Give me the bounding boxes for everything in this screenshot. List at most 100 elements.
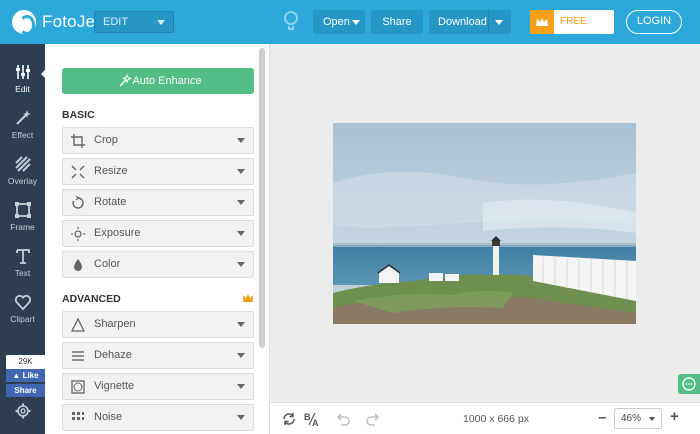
tool-resize-label: Resize	[94, 165, 128, 177]
tool-rotate[interactable]: Rotate	[62, 189, 254, 216]
lightbulb-icon[interactable]	[284, 11, 298, 33]
nav-effect[interactable]: Effect	[0, 100, 45, 146]
bottom-bar: B A 1000 x 666 px – 46% +	[270, 402, 700, 434]
download-dropdown-icon[interactable]	[495, 20, 503, 25]
panel-scrollbar[interactable]	[259, 48, 265, 348]
login-button[interactable]: LOGIN	[626, 10, 682, 34]
sliders-icon	[16, 65, 30, 79]
nav-frame-label: Frame	[10, 222, 35, 232]
triangle-icon	[71, 318, 85, 332]
nav-edit-label: Edit	[15, 84, 30, 94]
open-label: Open	[323, 16, 350, 28]
magic-wand-icon	[16, 110, 31, 125]
tool-dehaze-label: Dehaze	[94, 349, 132, 361]
tool-crop[interactable]: Crop	[62, 127, 254, 154]
gear-icon[interactable]	[15, 403, 31, 419]
zoom-out-button[interactable]: –	[598, 409, 606, 426]
share-label: Share	[382, 16, 412, 28]
like-count: 29K	[6, 355, 45, 369]
dehaze-icon	[72, 351, 84, 361]
tool-sharpen[interactable]: Sharpen	[62, 311, 254, 338]
droplet-icon	[74, 259, 82, 271]
free-trial-label: FREE TRIAL	[560, 16, 587, 27]
nav-overlay[interactable]: Overlay	[0, 146, 45, 192]
chat-button[interactable]	[678, 374, 700, 394]
nav-edit[interactable]: Edit	[0, 54, 45, 100]
tool-exposure[interactable]: Exposure	[62, 220, 254, 247]
tool-crop-label: Crop	[94, 134, 118, 146]
nav-frame[interactable]: Frame	[0, 192, 45, 238]
tool-color[interactable]: Color	[62, 251, 254, 278]
chevron-down-icon	[237, 231, 245, 236]
chevron-down-icon	[237, 384, 245, 389]
stripes-icon	[15, 156, 31, 172]
facebook-share-label: Share	[14, 386, 37, 395]
text-icon	[16, 249, 30, 264]
auto-enhance-button[interactable]: Auto Enhance	[62, 68, 254, 94]
chevron-down-icon	[237, 415, 245, 420]
magic-wand-icon	[119, 74, 132, 87]
crop-icon	[71, 134, 85, 148]
frame-icon	[15, 202, 31, 218]
mode-select-value: EDIT	[103, 16, 129, 28]
nav-effect-label: Effect	[11, 130, 34, 140]
chevron-down-icon	[237, 353, 245, 358]
crown-icon	[530, 10, 554, 34]
auto-enhance-label: Auto Enhance	[132, 75, 202, 87]
nav-text[interactable]: Text	[0, 238, 45, 284]
noise-icon	[72, 412, 84, 420]
chevron-down-icon	[237, 262, 245, 267]
open-dropdown-icon[interactable]	[352, 20, 360, 25]
zoom-select[interactable]: 46%	[614, 408, 662, 429]
chevron-down-icon	[237, 169, 245, 174]
tool-exposure-label: Exposure	[94, 227, 141, 239]
mode-select[interactable]: EDIT	[94, 11, 174, 33]
crown-icon	[243, 294, 253, 302]
tool-noise[interactable]: Noise	[62, 404, 254, 431]
basic-section-title: BASIC	[62, 109, 95, 121]
tool-vignette-label: Vignette	[94, 380, 135, 392]
photo-canvas[interactable]	[333, 123, 636, 324]
heart-icon	[14, 294, 32, 311]
download-label: Download	[438, 16, 487, 28]
reset-icon[interactable]	[281, 411, 297, 427]
advanced-section-title: ADVANCED	[62, 293, 121, 305]
undo-icon[interactable]	[335, 411, 351, 427]
tool-dehaze[interactable]: Dehaze	[62, 342, 254, 369]
tool-noise-label: Noise	[94, 411, 123, 423]
tool-resize[interactable]: Resize	[62, 158, 254, 185]
nav-text-label: Text	[14, 268, 31, 278]
fotojet-logo[interactable]: FotoJet	[12, 10, 101, 35]
nav-overlay-label: Overlay	[7, 176, 38, 186]
chevron-down-icon	[237, 322, 245, 327]
nav-clipart-label: Clipart	[10, 314, 35, 324]
login-label: LOGIN	[636, 15, 672, 27]
zoom-value: 46%	[621, 413, 642, 424]
compare-icon[interactable]: B A	[304, 411, 320, 427]
facebook-like-button[interactable]: ▲ Like	[6, 369, 45, 382]
svg-text:B: B	[304, 412, 311, 422]
chevron-down-icon	[157, 20, 165, 25]
tool-rotate-label: Rotate	[94, 196, 127, 208]
facebook-share-button[interactable]: Share	[6, 384, 45, 397]
logo-icon	[12, 10, 36, 35]
resize-icon	[71, 165, 85, 179]
redo-icon[interactable]	[365, 411, 381, 427]
svg-text:A: A	[312, 418, 319, 427]
chevron-down-icon	[237, 138, 245, 143]
download-divider	[488, 10, 489, 34]
thumbs-up-icon: ▲	[12, 371, 21, 380]
tool-vignette[interactable]: Vignette	[62, 373, 254, 400]
zoom-in-button[interactable]: +	[670, 408, 679, 425]
image-dimensions: 1000 x 666 px	[463, 413, 529, 425]
vignette-icon	[71, 380, 85, 394]
tool-color-label: Color	[94, 258, 121, 270]
tool-sharpen-label: Sharpen	[94, 318, 136, 330]
share-button[interactable]: Share	[371, 10, 423, 34]
nav-clipart[interactable]: Clipart	[0, 284, 45, 330]
chevron-down-icon	[237, 200, 245, 205]
logo-text: FotoJet	[42, 12, 101, 31]
free-trial-button[interactable]: FREE TRIAL	[530, 10, 614, 34]
rotate-icon	[72, 196, 84, 209]
facebook-widget: 29K ▲ Like Share	[6, 355, 45, 399]
